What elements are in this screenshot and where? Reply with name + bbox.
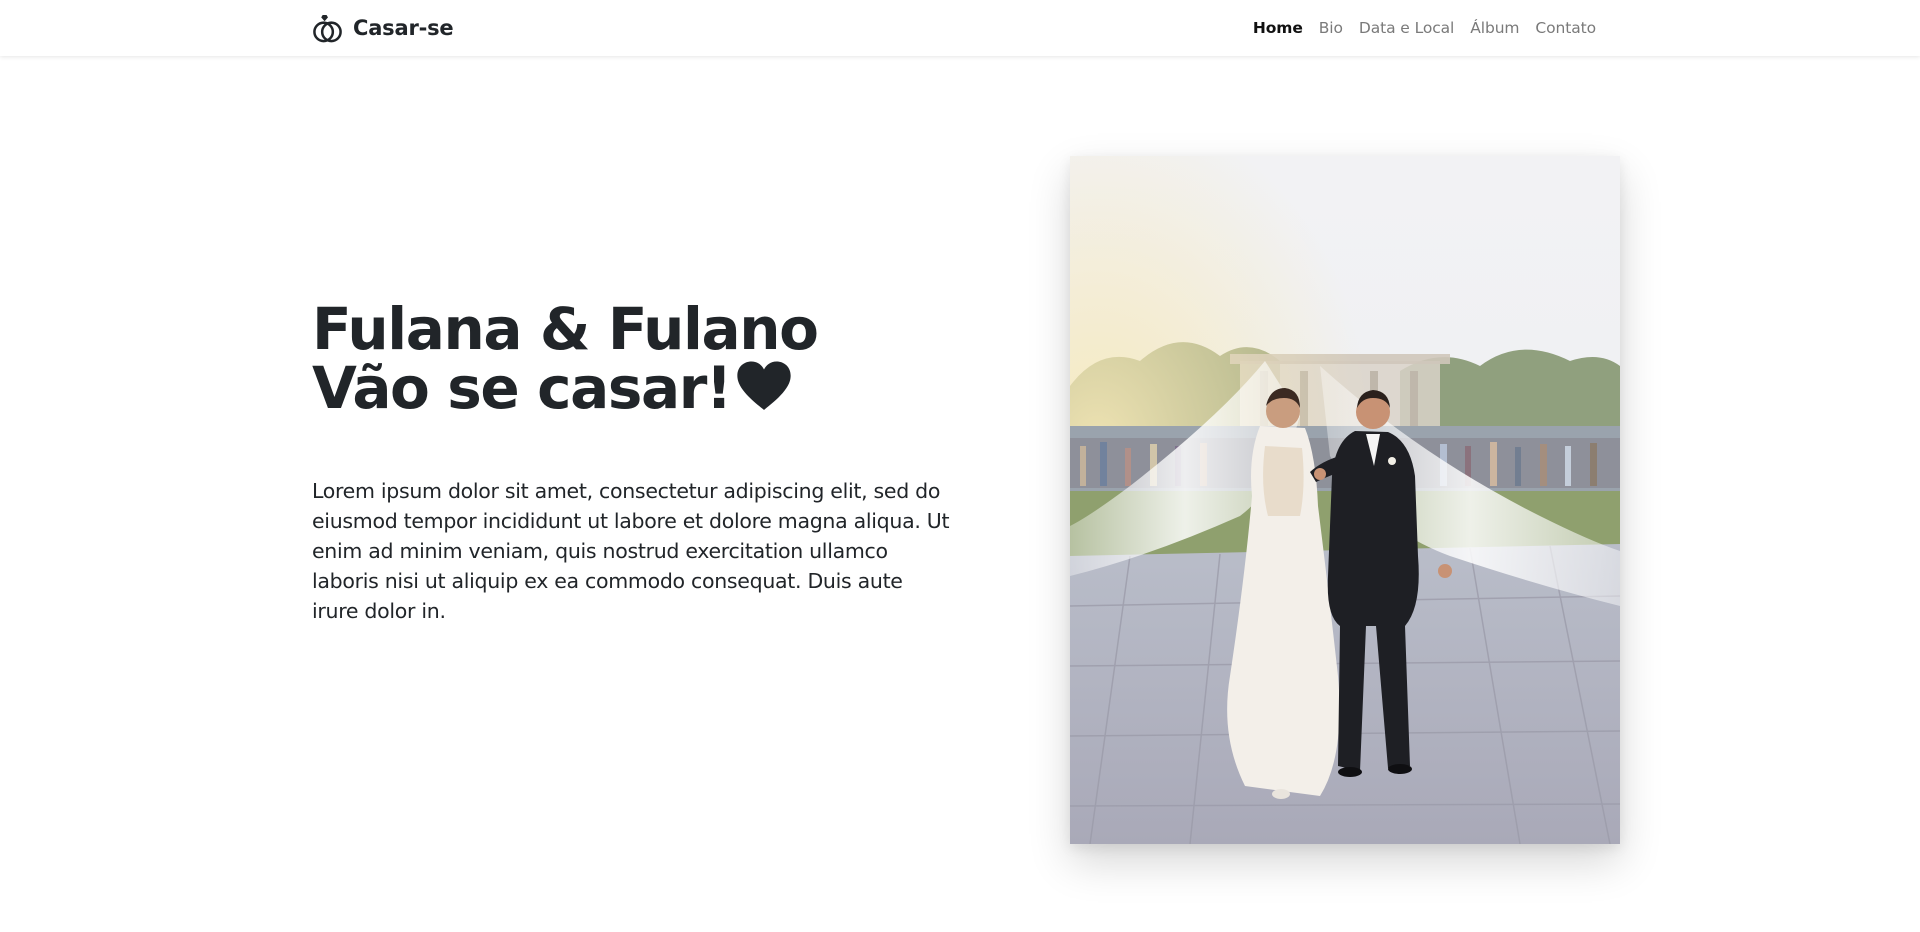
brand-name: Casar-se — [353, 16, 454, 40]
nav-item-bio[interactable]: Bio — [1319, 19, 1343, 37]
hero-title-line2-wrapper: Vão se casar! — [312, 359, 962, 418]
hero-description: Lorem ipsum dolor sit amet, consectetur … — [312, 479, 950, 623]
nav-item-contato[interactable]: Contato — [1535, 19, 1596, 37]
hero-title-line1: Fulana & Fulano — [312, 295, 819, 363]
nav-item-data-e-local[interactable]: Data e Local — [1359, 19, 1454, 37]
brand-link[interactable]: Casar-se — [312, 13, 454, 44]
nav-item-album[interactable]: Álbum — [1470, 19, 1519, 37]
navbar: Casar-se Home Bio Data e Local Álbum Con… — [0, 0, 1920, 56]
hero-title: Fulana & Fulano Vão se casar! — [312, 300, 962, 418]
couple-photo-illustration — [1070, 156, 1620, 844]
nav-menu: Home Bio Data e Local Álbum Contato — [1253, 19, 1600, 37]
couple-photo — [1070, 156, 1620, 844]
hero-title-line2: Vão se casar! — [312, 354, 732, 422]
wedding-rings-icon — [313, 14, 342, 42]
heart-icon — [737, 361, 791, 410]
hero-section: Fulana & Fulano Vão se casar! Lorem ipsu… — [312, 300, 962, 626]
nav-item-home[interactable]: Home — [1253, 19, 1303, 37]
navbar-container: Casar-se Home Bio Data e Local Álbum Con… — [312, 0, 1600, 56]
